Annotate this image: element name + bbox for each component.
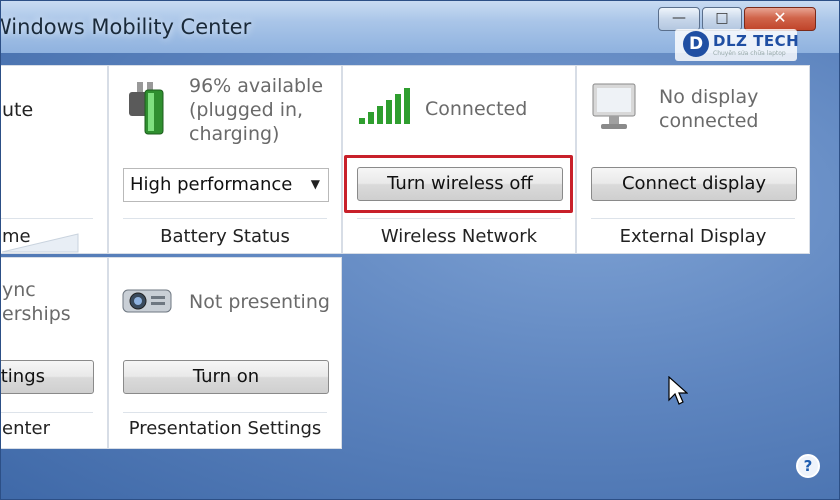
minimize-button[interactable]: — xyxy=(658,7,700,31)
help-icon[interactable]: ? xyxy=(796,454,820,478)
sync-title: enter xyxy=(2,418,51,439)
volume-status: ute xyxy=(2,99,34,121)
tile-battery: 96% available (plugged in, charging) Hig… xyxy=(108,65,342,254)
turn-on-presentation-button[interactable]: Turn on xyxy=(123,360,329,394)
tile-separator xyxy=(123,412,327,413)
battery-title: Battery Status xyxy=(160,226,290,247)
tile-separator xyxy=(357,218,561,219)
mouse-cursor-icon xyxy=(668,376,688,405)
tile-separator xyxy=(591,218,795,219)
presentation-status: Not presenting xyxy=(189,291,330,313)
tile-separator xyxy=(1,218,93,219)
highlight-box xyxy=(344,155,573,213)
display-status: No display connected xyxy=(659,86,759,132)
battery-status: 96% available (plugged in, charging) xyxy=(189,75,324,145)
logo-name: DLZ TECH xyxy=(713,32,800,50)
dropdown-arrow-icon: ▼ xyxy=(310,177,320,191)
tile-sync-center: ync erships ttings enter xyxy=(1,257,108,449)
window-title: Windows Mobility Center xyxy=(0,15,252,39)
signal-strength-icon xyxy=(359,88,410,124)
display-title: External Display xyxy=(619,226,767,247)
wireless-status: Connected xyxy=(425,98,528,120)
projector-icon xyxy=(122,289,172,313)
monitor-icon xyxy=(592,83,636,129)
logo-mark: D xyxy=(683,31,709,57)
logo-tagline: Chuyên sửa chữa laptop xyxy=(713,50,786,57)
sync-settings-button[interactable]: ttings xyxy=(1,360,94,394)
close-button[interactable]: ✕ xyxy=(744,7,816,31)
mobility-center-window: Windows Mobility Center — □ ✕ D DLZ TECH… xyxy=(0,0,840,500)
sync-status: ync erships xyxy=(2,279,71,325)
presentation-title: Presentation Settings xyxy=(128,418,322,439)
power-plan-value: High performance xyxy=(130,174,293,195)
tile-presentation: Not presenting Turn on Presentation Sett… xyxy=(108,257,342,449)
wireless-title: Wireless Network xyxy=(380,226,538,247)
connect-display-button[interactable]: Connect display xyxy=(591,167,797,201)
tile-separator xyxy=(123,218,327,219)
maximize-button[interactable]: □ xyxy=(702,7,742,31)
tile-volume: ute me xyxy=(1,65,108,254)
tile-external-display: No display connected Connect display Ext… xyxy=(576,65,810,254)
volume-title: me xyxy=(2,226,31,247)
tile-separator xyxy=(1,412,93,413)
watermark-logo: D DLZ TECH Chuyên sửa chữa laptop xyxy=(675,29,800,61)
power-plan-select[interactable]: High performance ▼ xyxy=(123,168,329,202)
title-bar[interactable]: Windows Mobility Center — □ ✕ D DLZ TECH… xyxy=(0,1,839,61)
battery-icon xyxy=(129,82,164,135)
